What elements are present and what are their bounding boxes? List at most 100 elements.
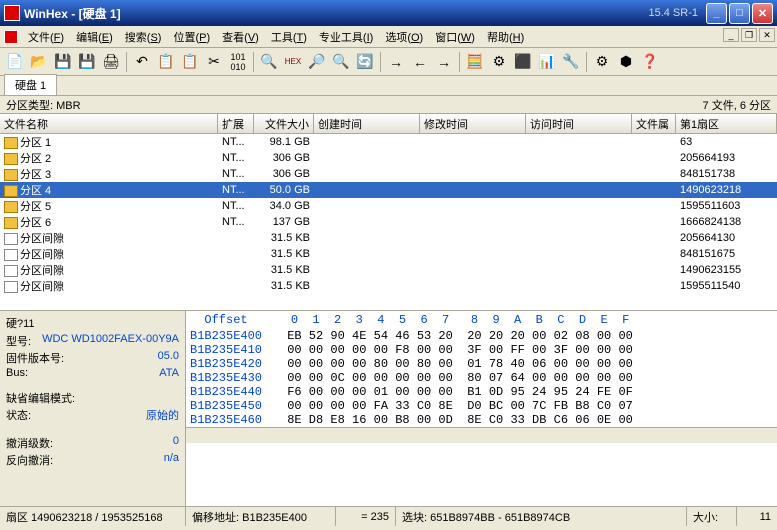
app-icon bbox=[4, 5, 20, 21]
menu-window[interactable]: 窗口(W) bbox=[429, 27, 481, 47]
hex-bytes: 00 00 00 00 FA 33 C0 8E D0 BC 00 7C FB B… bbox=[287, 399, 633, 413]
disk-icon[interactable]: 💾 bbox=[52, 51, 74, 73]
help-icon[interactable]: ❓ bbox=[639, 51, 661, 73]
hex-panel[interactable]: Offset 0 1 2 3 4 5 6 7 8 9 A B C D E F B… bbox=[186, 311, 777, 506]
copy-icon[interactable]: 📋 bbox=[155, 51, 177, 73]
back-icon[interactable]: ← bbox=[409, 51, 431, 73]
status-size-label: 大小: bbox=[687, 507, 737, 526]
file-name: 分区间隙 bbox=[20, 233, 64, 245]
calc-icon[interactable]: 🧮 bbox=[464, 51, 486, 73]
file-row[interactable]: 分区间隙31.5 KB848151675 bbox=[0, 246, 777, 262]
hex-row[interactable]: B1B235E460 8E D8 E8 16 00 B8 00 0D 8E C0… bbox=[186, 413, 777, 427]
gear-icon[interactable]: ⚙ bbox=[591, 51, 613, 73]
cut-icon[interactable]: ✂ bbox=[203, 51, 225, 73]
tab-bar: 硬盘 1 bbox=[0, 76, 777, 96]
tool1-icon[interactable]: ⚙ bbox=[488, 51, 510, 73]
disk-label: 硬?11 bbox=[6, 315, 179, 331]
file-row[interactable]: 分区间隙31.5 KB205664130 bbox=[0, 230, 777, 246]
file-row[interactable]: 分区间隙31.5 KB1595511540 bbox=[0, 278, 777, 294]
close-button[interactable]: ✕ bbox=[752, 3, 773, 24]
hex-row[interactable]: B1B235E420 00 00 00 00 80 00 80 00 01 78… bbox=[186, 357, 777, 371]
save-icon[interactable]: 💾 bbox=[76, 51, 98, 73]
hex-row[interactable]: B1B235E410 00 00 00 00 00 F8 00 00 3F 00… bbox=[186, 343, 777, 357]
file-list[interactable]: 分区 1NT...98.1 GB63分区 2NT...306 GB2056641… bbox=[0, 134, 777, 310]
firmware-value: 05.0 bbox=[158, 350, 179, 366]
menu-file[interactable]: 文件(F) bbox=[22, 27, 70, 47]
menu-search[interactable]: 搜索(S) bbox=[119, 27, 168, 47]
file-sector: 1490623218 bbox=[676, 184, 777, 196]
tool2-icon[interactable]: ⬛ bbox=[512, 51, 534, 73]
menu-view[interactable]: 查看(V) bbox=[216, 27, 265, 47]
col-sector[interactable]: 第1扇区 bbox=[676, 114, 777, 133]
version-label: 15.4 SR-1 bbox=[648, 7, 698, 19]
print-icon[interactable]: 🖨 bbox=[100, 51, 122, 73]
mdi-restore-button[interactable]: ❐ bbox=[741, 28, 757, 42]
hex-offset: B1B235E460 bbox=[190, 413, 280, 427]
gap-icon bbox=[4, 281, 18, 293]
find-next-icon[interactable]: 🔍 bbox=[330, 51, 352, 73]
file-name: 分区 5 bbox=[20, 201, 51, 213]
col-atime[interactable]: 访问时间 bbox=[526, 114, 632, 133]
col-name[interactable]: 文件名称 bbox=[0, 114, 218, 133]
hex-row[interactable]: B1B235E440 F6 00 00 00 01 00 00 00 B1 0D… bbox=[186, 385, 777, 399]
maximize-button[interactable]: □ bbox=[729, 3, 750, 24]
menu-pro[interactable]: 专业工具(I) bbox=[313, 27, 379, 47]
file-row[interactable]: 分区 1NT...98.1 GB63 bbox=[0, 134, 777, 150]
col-size[interactable]: 文件大小 bbox=[254, 114, 314, 133]
file-size: 50.0 GB bbox=[254, 184, 314, 196]
mdi-minimize-button[interactable]: _ bbox=[723, 28, 739, 42]
edit-mode-label: 缺省编辑模式: bbox=[6, 390, 179, 406]
hex-row[interactable]: B1B235E450 00 00 00 00 FA 33 C0 8E D0 BC… bbox=[186, 399, 777, 413]
file-row[interactable]: 分区 2NT...306 GB205664193 bbox=[0, 150, 777, 166]
undo-icon[interactable]: ↶ bbox=[131, 51, 153, 73]
menu-position[interactable]: 位置(P) bbox=[167, 27, 216, 47]
hex-row[interactable]: B1B235E430 00 00 0C 00 00 00 00 00 80 07… bbox=[186, 371, 777, 385]
menu-help[interactable]: 帮助(H) bbox=[481, 27, 530, 47]
file-size: 31.5 KB bbox=[254, 232, 314, 244]
forward-icon[interactable]: → bbox=[433, 51, 455, 73]
mdi-close-button[interactable]: ✕ bbox=[759, 28, 775, 42]
replace-icon[interactable]: 🔄 bbox=[354, 51, 376, 73]
minimize-button[interactable]: _ bbox=[706, 3, 727, 24]
file-sector: 848151738 bbox=[676, 168, 777, 180]
tool3-icon[interactable]: 📊 bbox=[536, 51, 558, 73]
hex-row[interactable]: B1B235E400 EB 52 90 4E 54 46 53 20 20 20… bbox=[186, 329, 777, 343]
file-row[interactable]: 分区 3NT...306 GB848151738 bbox=[0, 166, 777, 182]
col-attr[interactable]: 文件属 bbox=[632, 114, 676, 133]
file-size: 31.5 KB bbox=[254, 280, 314, 292]
hex-icon[interactable]: ⬢ bbox=[615, 51, 637, 73]
menu-options[interactable]: 选项(O) bbox=[379, 27, 429, 47]
partition-icon bbox=[4, 153, 18, 165]
binary-icon[interactable]: 101010 bbox=[227, 51, 249, 73]
file-sector: 205664193 bbox=[676, 152, 777, 164]
info-panel: 硬?11 型号:WDC WD1002FAEX-00Y9A 固件版本号:05.0 … bbox=[0, 311, 186, 506]
partition-icon bbox=[4, 217, 18, 229]
hex-hscroll[interactable] bbox=[186, 427, 777, 443]
find-hex-icon[interactable]: HEX bbox=[282, 51, 304, 73]
file-row[interactable]: 分区 6NT...137 GB1666824138 bbox=[0, 214, 777, 230]
hex-header: Offset 0 1 2 3 4 5 6 7 8 9 A B C D E F bbox=[186, 311, 777, 329]
menu-tools[interactable]: 工具(T) bbox=[265, 27, 313, 47]
open-icon[interactable]: 📂 bbox=[28, 51, 50, 73]
find-icon[interactable]: 🔍 bbox=[258, 51, 280, 73]
hex-bytes: 00 00 0C 00 00 00 00 00 80 07 64 00 00 0… bbox=[287, 371, 633, 385]
find-text-icon[interactable]: 🔎 bbox=[306, 51, 328, 73]
file-row[interactable]: 分区 5NT...34.0 GB1595511603 bbox=[0, 198, 777, 214]
file-name: 分区 6 bbox=[20, 217, 51, 229]
goto-icon[interactable]: → bbox=[385, 51, 407, 73]
firmware-label: 固件版本号: bbox=[6, 350, 64, 366]
paste-icon[interactable]: 📋 bbox=[179, 51, 201, 73]
col-mtime[interactable]: 修改时间 bbox=[420, 114, 526, 133]
hex-offset: B1B235E420 bbox=[190, 357, 280, 371]
menu-edit[interactable]: 编辑(E) bbox=[70, 27, 119, 47]
col-ext[interactable]: 扩展 bbox=[218, 114, 254, 133]
file-row[interactable]: 分区间隙31.5 KB1490623155 bbox=[0, 262, 777, 278]
tool4-icon[interactable]: 🔧 bbox=[560, 51, 582, 73]
file-ext: NT... bbox=[218, 200, 254, 212]
tab-disk[interactable]: 硬盘 1 bbox=[4, 74, 57, 95]
new-icon[interactable]: 📄 bbox=[4, 51, 26, 73]
file-sector: 1666824138 bbox=[676, 216, 777, 228]
file-list-header: 文件名称 扩展 文件大小 创建时间 修改时间 访问时间 文件属 第1扇区 bbox=[0, 114, 777, 134]
col-ctime[interactable]: 创建时间 bbox=[314, 114, 420, 133]
file-row[interactable]: 分区 4NT...50.0 GB1490623218 bbox=[0, 182, 777, 198]
